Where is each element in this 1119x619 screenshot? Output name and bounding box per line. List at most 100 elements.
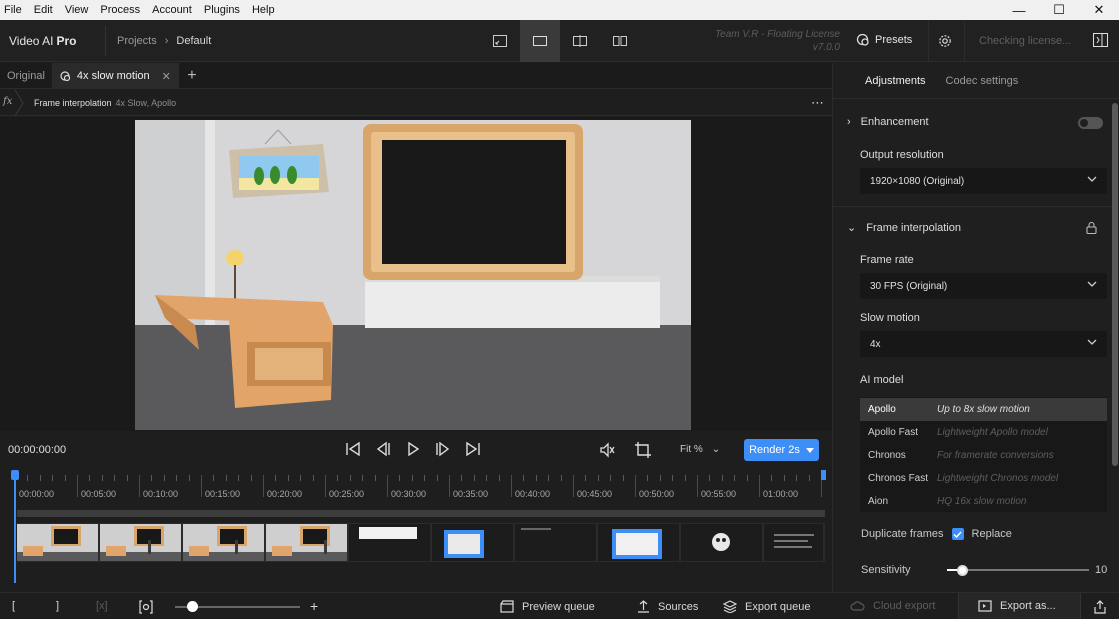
- tab-codec-settings[interactable]: Codec settings: [946, 75, 1019, 87]
- sources-button[interactable]: Sources: [637, 600, 698, 613]
- ruler-tick: [151, 475, 153, 481]
- time-ruler[interactable]: 00:00:00 00:05:00 00:10:00 00:15:00 00:20:00…: [15, 473, 825, 499]
- replace-label: Replace: [971, 528, 1012, 540]
- tab-slow-motion[interactable]: 4x slow motion ✕: [52, 63, 179, 89]
- model-chronos[interactable]: Chronos For framerate conversions: [860, 444, 1107, 467]
- chevron-right-icon: [14, 90, 24, 116]
- skip-start-button[interactable]: [344, 440, 362, 458]
- cloud-export-button[interactable]: Cloud export: [850, 600, 935, 612]
- mark-in-button[interactable]: [: [12, 600, 15, 612]
- model-apollo-fast[interactable]: Apollo Fast Lightweight Apollo model: [860, 421, 1107, 444]
- playhead-handle[interactable]: [11, 470, 19, 480]
- tab-original[interactable]: Original: [0, 63, 53, 89]
- zoom-to-fit-icon[interactable]: [139, 600, 153, 614]
- sensitivity-slider-handle[interactable]: [957, 565, 968, 576]
- export-as-label: Export as...: [1000, 600, 1056, 612]
- model-name: Apollo: [868, 404, 896, 415]
- play-button[interactable]: [404, 440, 422, 458]
- timeline-zoom-handle[interactable]: [187, 601, 198, 612]
- adjustments-panel: Adjustments Codec settings › Enhancement …: [832, 63, 1119, 592]
- view-split-button[interactable]: [560, 20, 600, 62]
- video-frame[interactable]: [135, 120, 691, 430]
- ruler-tick: [399, 475, 401, 481]
- close-window-button[interactable]: ✕: [1079, 0, 1119, 20]
- prev-frame-button[interactable]: [374, 440, 392, 458]
- model-apollo[interactable]: Apollo Up to 8x slow motion: [860, 398, 1107, 421]
- output-resolution-dropdown[interactable]: 1920×1080 (Original): [860, 168, 1107, 194]
- view-single-button[interactable]: [520, 20, 560, 62]
- close-icon[interactable]: ✕: [162, 70, 171, 83]
- zoom-select[interactable]: Fit % ⌄: [680, 444, 720, 455]
- thumbnail: [100, 524, 181, 561]
- menu-plugins[interactable]: Plugins: [198, 3, 246, 17]
- ruler-label: 00:00:00: [19, 489, 55, 499]
- zoom-in-icon[interactable]: +: [310, 598, 318, 614]
- panel-scrollbar[interactable]: [1112, 103, 1118, 466]
- ruler-tick: [498, 475, 500, 481]
- menu-account[interactable]: Account: [146, 3, 198, 17]
- menu-bar: File Edit View Process Account Plugins H…: [0, 0, 1119, 20]
- output-resolution-label: Output resolution: [860, 149, 944, 161]
- filter-item-frame-interpolation[interactable]: Frame interpolation 4x Slow, Apollo: [34, 98, 176, 108]
- mark-out-button[interactable]: ]: [56, 600, 59, 612]
- export-as-button[interactable]: Export as...: [978, 600, 1056, 612]
- ruler-label: 00:55:00: [701, 489, 737, 499]
- clear-marks-icon[interactable]: [x]: [96, 600, 108, 612]
- section-enhancement[interactable]: › Enhancement: [847, 116, 929, 128]
- share-icon[interactable]: [1094, 600, 1106, 614]
- ruler-major-tick: [635, 475, 636, 497]
- model-chronos-fast[interactable]: Chronos Fast Lightweight Chronos model: [860, 467, 1107, 490]
- ruler-tick: [647, 475, 649, 481]
- add-tab-button[interactable]: +: [179, 63, 205, 89]
- more-options-icon[interactable]: ⋯: [811, 95, 825, 111]
- section-frame-interpolation[interactable]: ⌄ Frame interpolation: [847, 221, 961, 235]
- model-description: HQ 16x slow motion: [937, 496, 1027, 507]
- replace-checkbox[interactable]: [951, 528, 964, 540]
- menu-view[interactable]: View: [59, 3, 95, 17]
- preview-queue-label: Preview queue: [522, 600, 595, 613]
- gear-icon[interactable]: [938, 34, 952, 51]
- track-range-bar[interactable]: [17, 510, 825, 517]
- view-side-by-side-button[interactable]: [600, 20, 640, 62]
- render-button[interactable]: Render 2s: [744, 439, 819, 461]
- view-zoom-button[interactable]: [480, 20, 520, 62]
- slow-motion-dropdown[interactable]: 4x: [860, 331, 1107, 357]
- menu-edit[interactable]: Edit: [28, 3, 59, 17]
- prev-frame-icon: [376, 441, 390, 457]
- next-frame-icon: [436, 441, 450, 457]
- export-queue-label: Export queue: [745, 600, 811, 613]
- panel-toggle-icon[interactable]: [1093, 33, 1108, 50]
- playhead[interactable]: [14, 471, 16, 583]
- ruler-tick: [275, 475, 277, 481]
- ruler-tick: [176, 475, 178, 481]
- thumbnail: [681, 524, 762, 561]
- model-aion[interactable]: Aion HQ 16x slow motion: [860, 490, 1107, 513]
- menu-file[interactable]: File: [0, 3, 28, 17]
- tab-adjustments[interactable]: Adjustments: [865, 75, 926, 87]
- crop-icon[interactable]: [634, 441, 652, 459]
- menu-process[interactable]: Process: [94, 3, 146, 17]
- filmstrip[interactable]: [17, 523, 825, 562]
- sensitivity-track[interactable]: [947, 569, 1089, 571]
- ruler-tick: [783, 475, 785, 481]
- skip-end-button[interactable]: [464, 440, 482, 458]
- play-icon: [408, 441, 420, 457]
- minimize-button[interactable]: —: [999, 0, 1039, 20]
- enhancement-toggle[interactable]: [1078, 117, 1103, 129]
- export-queue-button[interactable]: Export queue: [723, 600, 810, 613]
- preview-queue-button[interactable]: Preview queue: [500, 600, 595, 613]
- thumbnail: [349, 524, 430, 561]
- presets-button[interactable]: Presets: [856, 33, 912, 46]
- out-point-handle[interactable]: [821, 470, 826, 480]
- breadcrumb-projects[interactable]: Projects: [117, 35, 157, 47]
- maximize-button[interactable]: ☐: [1039, 0, 1079, 20]
- frame-rate-dropdown[interactable]: 30 FPS (Original): [860, 273, 1107, 299]
- next-frame-button[interactable]: [434, 440, 452, 458]
- timeline[interactable]: 00:00:00 00:05:00 00:10:00 00:15:00 00:20:00…: [0, 467, 832, 587]
- ruler-tick: [796, 475, 798, 481]
- mute-icon[interactable]: [599, 441, 617, 459]
- menu-help[interactable]: Help: [246, 3, 281, 17]
- lock-icon[interactable]: [1086, 221, 1097, 237]
- ruler-tick: [287, 475, 289, 481]
- model-description: For framerate conversions: [937, 450, 1054, 461]
